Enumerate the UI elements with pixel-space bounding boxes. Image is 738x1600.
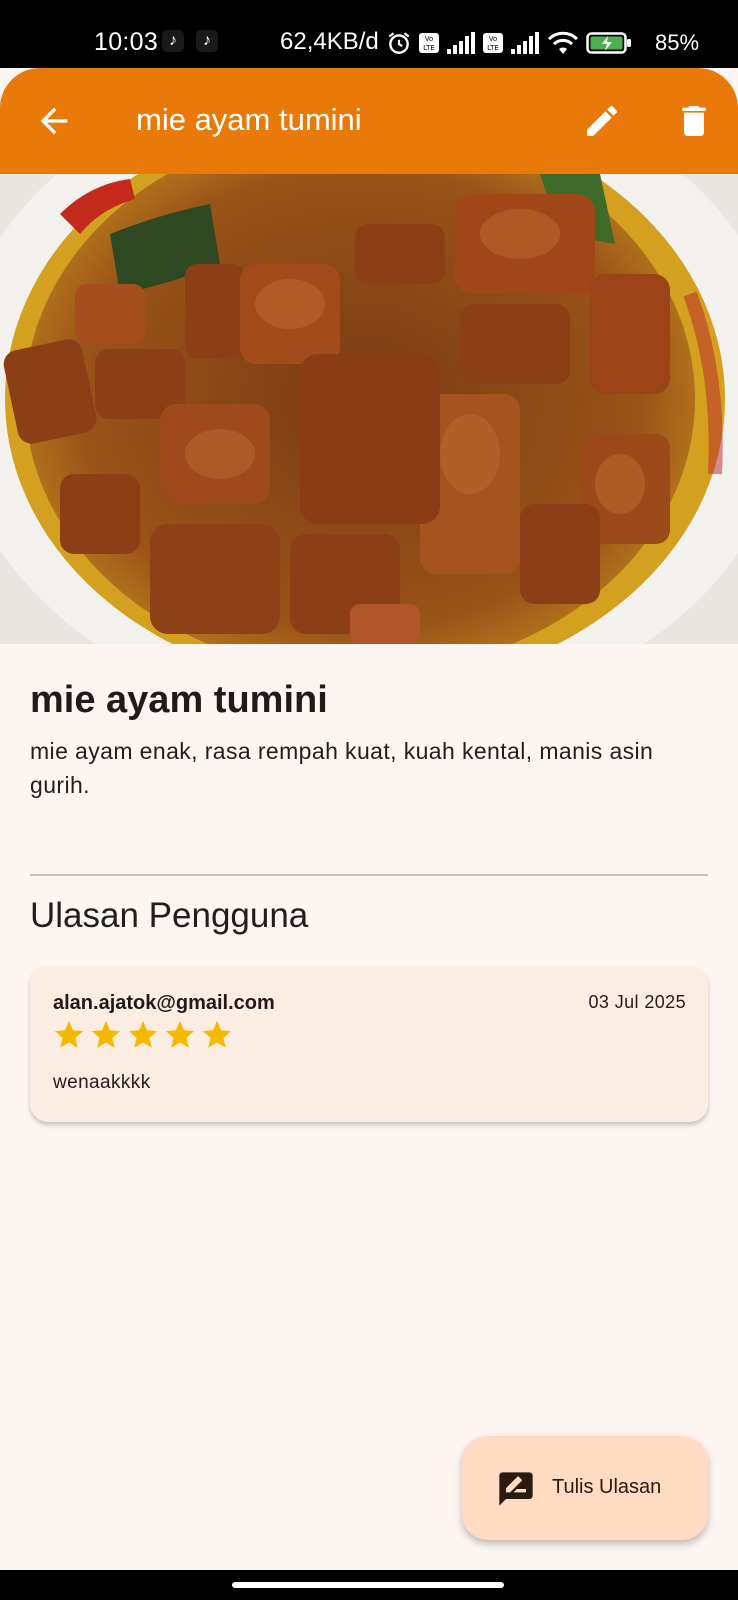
tiktok-notification-icon: ♪	[162, 30, 184, 52]
star-filled-icon	[91, 1020, 121, 1048]
restaurant-detail-screen: mie ayam tumini mie ayam tumini mie ayam…	[0, 68, 738, 1570]
app-bar: mie ayam tumini	[0, 68, 738, 174]
svg-text:LTE: LTE	[487, 44, 499, 52]
star-rating	[52, 1018, 234, 1052]
gesture-nav-bar	[0, 1570, 738, 1600]
battery-charging-icon	[586, 32, 631, 54]
app-bar-title: mie ayam tumini	[136, 102, 362, 137]
write-review-button[interactable]: Tulis Ulasan	[462, 1436, 708, 1540]
pencil-icon[interactable]	[582, 101, 622, 141]
star-filled-icon	[128, 1020, 158, 1048]
svg-text:LTE: LTE	[423, 44, 435, 52]
volte-icon: VoLTE	[483, 33, 503, 53]
network-speed: 62,4KB/d	[280, 28, 379, 55]
arrow-back-icon[interactable]	[34, 101, 74, 141]
wifi-icon	[547, 31, 579, 54]
review-text: wenaakkkk	[53, 1072, 151, 1093]
review-card: alan.ajatok@gmail.com 03 Jul 2025 wenaak…	[30, 966, 708, 1122]
home-gesture-handle[interactable]	[232, 1582, 504, 1588]
divider	[30, 874, 708, 876]
status-bar: 10:03 ♪ ♪ 62,4KB/d Vo LTE Vo LTE 85%	[0, 0, 738, 70]
restaurant-name: mie ayam tumini	[30, 679, 328, 721]
alarm-icon	[388, 32, 410, 54]
status-time: 10:03	[94, 28, 159, 56]
reviews-section-title: Ulasan Pengguna	[30, 896, 309, 935]
volte-icon: VoLTE	[419, 33, 439, 53]
write-review-label: Tulis Ulasan	[552, 1476, 662, 1498]
battery-percent: 85%	[655, 30, 700, 55]
trash-icon[interactable]	[674, 101, 714, 141]
star-filled-icon	[165, 1020, 195, 1048]
rate-review-icon	[499, 1472, 533, 1506]
star-filled-icon	[202, 1020, 232, 1048]
svg-text:Vo: Vo	[489, 35, 498, 43]
signal-icon	[447, 32, 475, 54]
food-photo	[0, 174, 738, 644]
review-date: 03 Jul 2025	[588, 992, 686, 1012]
star-filled-icon	[54, 1020, 84, 1048]
svg-text:Vo: Vo	[425, 35, 434, 43]
reviewer-email: alan.ajatok@gmail.com	[53, 992, 275, 1014]
status-icons: Vo LTE Vo LTE	[386, 28, 632, 58]
signal-icon	[511, 32, 539, 54]
restaurant-description: mie ayam enak, rasa rempah kuat, kuah ke…	[30, 738, 654, 798]
tiktok-notification-icon: ♪	[196, 30, 218, 52]
